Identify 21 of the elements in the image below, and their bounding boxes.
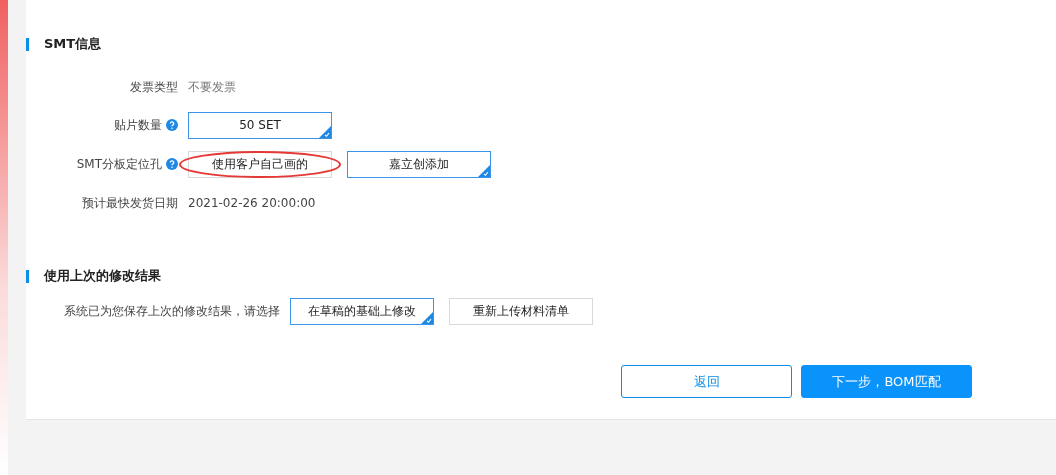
date-value: 2021-02-26 20:00:00 <box>188 196 316 210</box>
check-corner-icon <box>319 125 331 138</box>
prompt-text: 系统已为您保存上次的修改结果，请选择 <box>64 303 280 320</box>
option-button[interactable]: 50 SET <box>188 111 332 139</box>
field-label: SMT分板定位孔 <box>76 155 162 173</box>
help-icon[interactable] <box>166 119 178 131</box>
section-marker <box>26 269 29 283</box>
field-value: 不要发票 <box>188 78 236 96</box>
section-title: 使用上次的修改结果 <box>44 267 161 285</box>
option-button[interactable]: 在草稿的基础上修改 <box>290 298 434 325</box>
back-button[interactable]: 返回 <box>621 365 792 398</box>
section-marker <box>26 37 29 51</box>
section-title: SMT信息 <box>44 35 102 53</box>
field-label: 预计最快发货日期 <box>82 194 178 212</box>
option-button[interactable]: 重新上传材料清单 <box>449 298 593 325</box>
check-corner-icon <box>421 312 433 324</box>
option-button[interactable]: 嘉立创添加 <box>347 150 491 178</box>
check-corner-icon <box>478 164 490 177</box>
field-label: 发票类型 <box>130 78 178 96</box>
field-label: 贴片数量 <box>114 116 162 134</box>
help-icon[interactable] <box>166 158 178 170</box>
